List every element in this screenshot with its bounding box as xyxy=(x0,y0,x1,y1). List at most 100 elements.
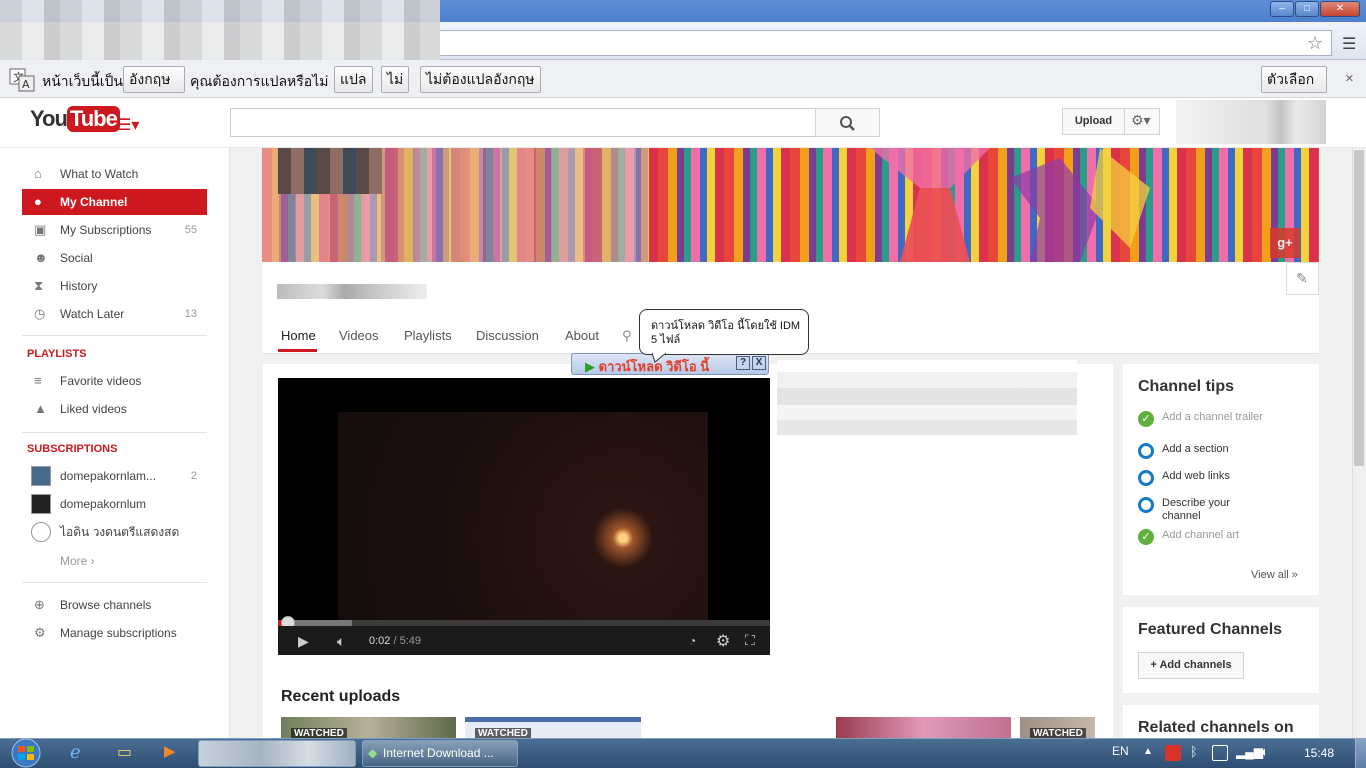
options-button[interactable]: ตัวเลือก ▾ xyxy=(1261,66,1327,112)
explorer-folder-icon[interactable]: ▭ xyxy=(117,742,141,764)
idm-close-button[interactable]: X xyxy=(752,356,766,370)
featured-channels-title: Featured Channels xyxy=(1138,621,1283,638)
volume-icon[interactable]: 🔈︎ xyxy=(337,633,345,650)
never-translate-button[interactable]: ไม่ต้องแปลอังกฤษ xyxy=(420,66,541,93)
idm-download-button[interactable]: ▶ ดาวน์โหลด วิดีโอ นี้ xyxy=(585,356,709,377)
sidebar-item[interactable]: ⚙ Manage subscriptions xyxy=(22,620,207,646)
sidebar-item[interactable]: domepakornlam... 2 xyxy=(22,463,207,489)
language-select[interactable]: อังกฤษ ▾ xyxy=(123,66,185,112)
sidebar-item-label: domepakornlam... xyxy=(60,469,157,483)
translate-button[interactable]: แปล xyxy=(334,66,373,93)
avatar xyxy=(31,466,51,486)
channel-search-icon[interactable]: ⚲ xyxy=(622,328,632,344)
tab-about[interactable]: About xyxy=(565,328,599,343)
divider xyxy=(22,582,207,583)
sidebar-item[interactable]: ⌂ What to Watch xyxy=(22,161,207,187)
channel-tip-label: Add web links xyxy=(1162,470,1230,482)
sidebar-item[interactable]: ≡ Favorite videos xyxy=(22,368,207,394)
sidebar-item[interactable]: ⧗ History xyxy=(22,273,207,299)
language-indicator[interactable]: EN xyxy=(1112,744,1129,758)
sidebar-item[interactable]: ⊕ Browse channels xyxy=(22,592,207,618)
taskbar-clock[interactable]: 15:48 xyxy=(1304,746,1334,760)
show-desktop-button[interactable] xyxy=(1355,738,1366,768)
close-window-button[interactable]: ✕ xyxy=(1320,1,1360,17)
channel-tip-item[interactable]: ✓ Add a channel trailer xyxy=(1138,411,1268,427)
sidebar-item-label: My Channel xyxy=(60,195,128,209)
time-display: 0:02 / 5:49 xyxy=(369,635,421,647)
channel-tip-item[interactable]: ✓ Add channel art xyxy=(1138,529,1268,545)
blurred-video-description xyxy=(777,360,1077,435)
current-time: 0:02 xyxy=(369,635,391,647)
search-button[interactable] xyxy=(815,108,880,137)
tab-discussion[interactable]: Discussion xyxy=(476,328,539,343)
sidebar-item-label: What to Watch xyxy=(60,167,139,181)
channel-tip-item[interactable]: Add web links xyxy=(1138,470,1268,486)
video-thumbnail[interactable] xyxy=(836,717,1011,738)
no-button[interactable]: ไม่ xyxy=(381,66,410,93)
search-input[interactable] xyxy=(230,108,816,137)
sidebar-item[interactable]: ◷ Watch Later 13 xyxy=(22,301,207,327)
minimize-button[interactable]: – xyxy=(1270,1,1294,17)
add-channels-button[interactable]: + Add channels xyxy=(1138,652,1244,679)
internet-explorer-icon[interactable]: ℯ xyxy=(70,742,94,764)
video-thumbnail[interactable]: WATCHED xyxy=(1020,717,1095,739)
blurred-user-info[interactable] xyxy=(1176,100,1326,144)
video-thumbnail[interactable]: WATCHED xyxy=(281,717,456,739)
hourglass-icon: ⧗ xyxy=(34,278,44,293)
play-arrow-icon: ▶ xyxy=(585,359,595,374)
settings-button[interactable]: ⚙▾ xyxy=(1124,108,1160,135)
sidebar-item-label: History xyxy=(60,279,98,293)
upload-button[interactable]: Upload xyxy=(1062,108,1125,135)
video-thumbnail[interactable]: WATCHED xyxy=(465,717,641,739)
maximize-button[interactable]: □ xyxy=(1295,1,1319,17)
channel-tip-item[interactable]: Describe your channel xyxy=(1138,497,1268,523)
play-icon[interactable]: ▶ xyxy=(298,633,309,650)
user-icon: ● xyxy=(34,194,42,209)
gear-icon[interactable]: ⚙ xyxy=(716,631,730,651)
antivirus-icon[interactable] xyxy=(1165,745,1181,761)
bluetooth-icon[interactable]: ᛒ xyxy=(1190,744,1198,759)
fullscreen-icon[interactable]: ⛶ xyxy=(745,632,755,649)
sidebar-item[interactable]: ▣ My Subscriptions 55 xyxy=(22,217,207,243)
scrollbar-thumb[interactable] xyxy=(1354,150,1364,466)
banner-tie-graphic xyxy=(870,148,1150,262)
edit-channel-button[interactable]: ✎ xyxy=(1286,262,1319,295)
windows-start-icon[interactable] xyxy=(7,738,45,768)
tab-videos[interactable]: Videos xyxy=(339,328,379,343)
people-icon: ☻ xyxy=(34,250,48,265)
channel-tip-label: Add a section xyxy=(1162,443,1229,455)
sidebar-item[interactable]: ● My Channel xyxy=(22,189,207,215)
volume-tray-icon[interactable]: 🔈︎ xyxy=(1261,744,1269,760)
view-all-link[interactable]: View all » xyxy=(1251,569,1298,581)
star-icon[interactable]: ☆ xyxy=(1307,33,1323,54)
language-label: อังกฤษ xyxy=(129,71,171,87)
checkmark-icon: ✓ xyxy=(1138,529,1154,545)
sidebar-item[interactable]: ☻ Social xyxy=(22,245,207,271)
idm-icon: ◆ xyxy=(368,746,378,760)
channel-tip-label: Add channel art xyxy=(1162,529,1240,541)
google-plus-icon[interactable]: g+ xyxy=(1270,228,1300,258)
network-icon[interactable]: ▂▄▆ xyxy=(1236,745,1263,759)
idm-help-button[interactable]: ? xyxy=(736,356,750,370)
more-link[interactable]: More › xyxy=(60,554,95,568)
hamburger-menu-icon[interactable]: ☰ xyxy=(1342,34,1356,54)
channel-tip-item[interactable]: Add a section xyxy=(1138,443,1268,459)
tray-expand-icon[interactable]: ▲ xyxy=(1143,746,1153,757)
tab-playlists[interactable]: Playlists xyxy=(404,328,452,343)
taskbar-window-idm[interactable]: ◆ Internet Download ... xyxy=(362,740,518,767)
video-duration: 5:49 xyxy=(399,635,422,647)
taskbar-window-blurred[interactable] xyxy=(198,740,356,767)
youtube-logo[interactable]: You Tube xyxy=(30,106,120,132)
device-icon[interactable] xyxy=(1212,745,1228,761)
blurred-avatar[interactable] xyxy=(278,148,382,194)
sidebar-item[interactable]: domepakornlum xyxy=(22,491,207,517)
close-translate-icon[interactable]: × xyxy=(1345,70,1354,87)
tab-home[interactable]: Home xyxy=(281,328,316,343)
address-field[interactable] xyxy=(440,30,1332,56)
guide-menu-icon[interactable]: ☰▾ xyxy=(117,115,139,135)
watch-later-icon[interactable]: ◔ xyxy=(689,634,696,648)
media-player-icon[interactable]: ▶ xyxy=(164,742,188,764)
sidebar-item[interactable]: ไอดิน วงดนตรีแสดงสด xyxy=(22,519,207,545)
divider xyxy=(22,335,207,336)
sidebar-item[interactable]: ▲ Liked videos xyxy=(22,396,207,422)
